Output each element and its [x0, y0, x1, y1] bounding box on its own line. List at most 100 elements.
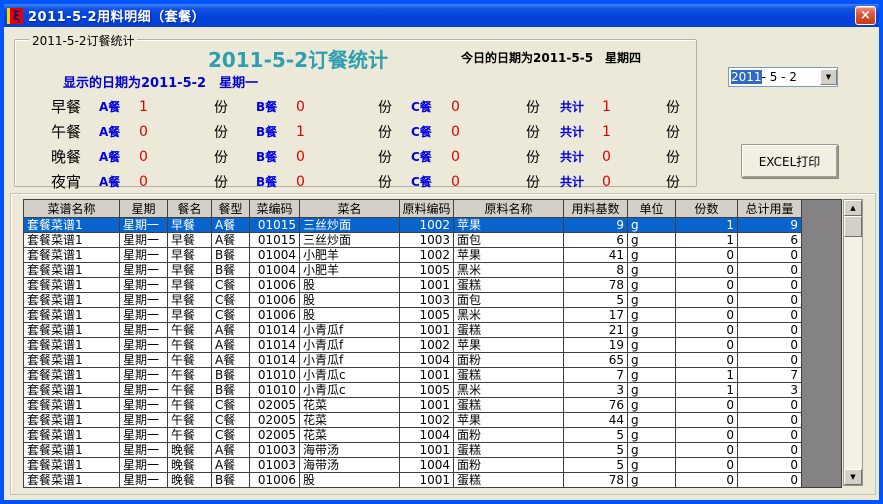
table-cell[interactable]: 1001	[400, 443, 454, 458]
table-row[interactable]: 套餐菜谱1星期一午餐C餐02005花菜1001蛋糕76g00	[24, 398, 842, 413]
table-cell[interactable]: 0	[738, 323, 802, 338]
table-cell[interactable]: 76	[564, 398, 628, 413]
table-cell[interactable]: 02005	[250, 413, 300, 428]
table-cell[interactable]: 蛋糕	[454, 368, 564, 383]
table-row[interactable]: 套餐菜谱1星期一早餐A餐01015三丝炒面1003面包6g16	[24, 233, 842, 248]
table-cell[interactable]: 8	[564, 263, 628, 278]
table-cell[interactable]: C餐	[212, 428, 250, 443]
table-row[interactable]: 套餐菜谱1星期一早餐B餐01004小肥羊1005黑米8g00	[24, 263, 842, 278]
table-cell[interactable]: g	[628, 248, 676, 263]
table-cell[interactable]: 早餐	[168, 248, 212, 263]
table-cell[interactable]: 01006	[250, 308, 300, 323]
table-cell[interactable]: 17	[564, 308, 628, 323]
table-cell[interactable]: g	[628, 218, 676, 233]
table-cell[interactable]: 套餐菜谱1	[24, 263, 120, 278]
table-cell[interactable]: 0	[738, 263, 802, 278]
table-cell[interactable]: 面粉	[454, 353, 564, 368]
table-cell[interactable]: 6	[564, 233, 628, 248]
table-cell[interactable]: 0	[676, 278, 738, 293]
table-cell[interactable]: 7	[564, 368, 628, 383]
table-cell[interactable]: 午餐	[168, 413, 212, 428]
table-cell[interactable]: 午餐	[168, 338, 212, 353]
table-cell[interactable]: 01014	[250, 338, 300, 353]
table-cell[interactable]: 晚餐	[168, 443, 212, 458]
table-cell[interactable]: 星期一	[120, 263, 168, 278]
table-cell[interactable]: 小青瓜f	[300, 338, 400, 353]
table-cell[interactable]: 6	[738, 233, 802, 248]
table-cell[interactable]: 0	[676, 398, 738, 413]
table-cell[interactable]: 44	[564, 413, 628, 428]
titlebar[interactable]: ξ 2011-5-2用料明细（套餐） ×	[4, 4, 879, 27]
table-row[interactable]: 套餐菜谱1星期一早餐B餐01004小肥羊1002苹果41g00	[24, 248, 842, 263]
table-cell[interactable]: g	[628, 308, 676, 323]
excel-print-button[interactable]: EXCEL打印	[741, 144, 838, 178]
table-cell[interactable]: 41	[564, 248, 628, 263]
table-cell[interactable]: 套餐菜谱1	[24, 233, 120, 248]
table-cell[interactable]: 78	[564, 278, 628, 293]
table-cell[interactable]: 早餐	[168, 308, 212, 323]
table-cell[interactable]: 01015	[250, 218, 300, 233]
table-cell[interactable]: 晚餐	[168, 473, 212, 488]
table-cell[interactable]: 0	[676, 293, 738, 308]
table-cell[interactable]: 面包	[454, 293, 564, 308]
table-cell[interactable]: 21	[564, 323, 628, 338]
table-cell[interactable]: 星期一	[120, 443, 168, 458]
table-cell[interactable]: 花菜	[300, 413, 400, 428]
table-cell[interactable]: 星期一	[120, 458, 168, 473]
date-combobox[interactable]: 2011- 5 - 2 ▼	[728, 67, 838, 87]
table-cell[interactable]: 套餐菜谱1	[24, 218, 120, 233]
close-button[interactable]: ×	[855, 6, 876, 25]
table-cell[interactable]: 1001	[400, 398, 454, 413]
table-cell[interactable]: 蛋糕	[454, 473, 564, 488]
table-cell[interactable]: 股	[300, 278, 400, 293]
table-cell[interactable]: 5	[564, 458, 628, 473]
table-cell[interactable]: g	[628, 413, 676, 428]
table-cell[interactable]: 午餐	[168, 428, 212, 443]
table-cell[interactable]: 0	[738, 308, 802, 323]
table-cell[interactable]: 花菜	[300, 398, 400, 413]
table-cell[interactable]: B餐	[212, 473, 250, 488]
table-cell[interactable]: 星期一	[120, 218, 168, 233]
table-row[interactable]: 套餐菜谱1星期一早餐A餐01015三丝炒面1002苹果9g19	[24, 218, 842, 233]
table-row[interactable]: 套餐菜谱1星期一晚餐A餐01003海带汤1004面粉5g00	[24, 458, 842, 473]
table-row[interactable]: 套餐菜谱1星期一午餐C餐02005花菜1002苹果44g00	[24, 413, 842, 428]
table-cell[interactable]: 01010	[250, 368, 300, 383]
table-cell[interactable]: g	[628, 278, 676, 293]
table-cell[interactable]: 小青瓜f	[300, 353, 400, 368]
table-cell[interactable]: 0	[676, 428, 738, 443]
table-cell[interactable]: 19	[564, 338, 628, 353]
table-cell[interactable]: 小青瓜f	[300, 323, 400, 338]
table-cell[interactable]: 0	[738, 353, 802, 368]
table-cell[interactable]: 01014	[250, 323, 300, 338]
table-cell[interactable]: A餐	[212, 353, 250, 368]
table-cell[interactable]: 早餐	[168, 218, 212, 233]
table-cell[interactable]: 1001	[400, 473, 454, 488]
table-cell[interactable]: 0	[676, 338, 738, 353]
table-cell[interactable]: 1002	[400, 338, 454, 353]
table-cell[interactable]: 三丝炒面	[300, 218, 400, 233]
table-cell[interactable]: 晚餐	[168, 458, 212, 473]
table-cell[interactable]: 早餐	[168, 278, 212, 293]
table-cell[interactable]: 5	[564, 428, 628, 443]
table-cell[interactable]: 股	[300, 473, 400, 488]
table-cell[interactable]: 1003	[400, 233, 454, 248]
table-cell[interactable]: 星期一	[120, 353, 168, 368]
table-cell[interactable]: 星期一	[120, 368, 168, 383]
table-cell[interactable]: 0	[738, 278, 802, 293]
table-cell[interactable]: g	[628, 353, 676, 368]
table-cell[interactable]: 1	[676, 218, 738, 233]
table-cell[interactable]: g	[628, 323, 676, 338]
table-cell[interactable]: 星期一	[120, 323, 168, 338]
table-cell[interactable]: 海带汤	[300, 458, 400, 473]
table-cell[interactable]: 5	[564, 293, 628, 308]
table-cell[interactable]: 0	[676, 263, 738, 278]
table-cell[interactable]: 1	[676, 383, 738, 398]
table-cell[interactable]: 01006	[250, 278, 300, 293]
table-cell[interactable]: 0	[738, 473, 802, 488]
table-cell[interactable]: 0	[676, 308, 738, 323]
table-cell[interactable]: 星期一	[120, 473, 168, 488]
scrollbar-thumb[interactable]	[844, 216, 862, 237]
table-cell[interactable]: 苹果	[454, 338, 564, 353]
table-cell[interactable]: 02005	[250, 428, 300, 443]
table-row[interactable]: 套餐菜谱1星期一午餐A餐01014小青瓜f1004面粉65g00	[24, 353, 842, 368]
